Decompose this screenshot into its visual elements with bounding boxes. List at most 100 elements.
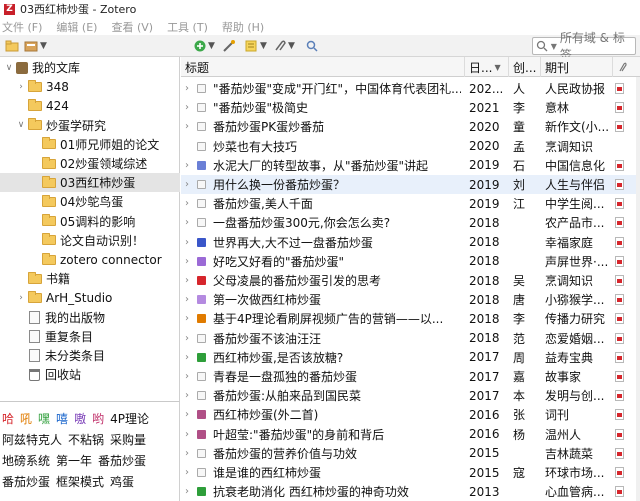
table-row[interactable]: › 第一次做西红柿炒蛋 2018 唐 小猕猴学...: [181, 290, 640, 309]
attachment-cell[interactable]: [615, 252, 627, 271]
pdf-icon[interactable]: [615, 294, 624, 306]
collection-item[interactable]: 书籍: [0, 269, 180, 288]
attachment-cell[interactable]: [615, 329, 627, 348]
tag[interactable]: 吼: [20, 412, 32, 426]
menu-file[interactable]: 文件 (F): [0, 19, 42, 35]
collection-item[interactable]: zotero connector: [0, 250, 180, 269]
tag[interactable]: 地磅系统: [2, 454, 50, 468]
attachment-cell[interactable]: [615, 463, 627, 482]
collection-item[interactable]: 04炒鸵鸟蛋: [0, 192, 180, 211]
table-row[interactable]: › 番茄炒蛋:从舶来品到国民菜 2017 本 发明与创...: [181, 386, 640, 405]
tag[interactable]: 阿兹特克人: [2, 433, 62, 447]
attachment-cell[interactable]: [615, 213, 627, 232]
row-expand-icon[interactable]: ›: [185, 98, 195, 117]
row-expand-icon[interactable]: ›: [185, 482, 195, 501]
pdf-icon[interactable]: [615, 217, 624, 229]
row-expand-icon[interactable]: ›: [185, 329, 195, 348]
tag[interactable]: 番茄炒蛋: [2, 475, 50, 489]
collapse-arrow-icon[interactable]: ›: [16, 293, 26, 303]
pdf-icon[interactable]: [615, 390, 624, 402]
pdf-icon[interactable]: [615, 236, 624, 248]
tag[interactable]: 嘻: [56, 412, 68, 426]
pdf-icon[interactable]: [615, 409, 624, 421]
collection-item[interactable]: 重复条目: [0, 327, 180, 346]
attachment-cell[interactable]: [615, 98, 627, 117]
table-row[interactable]: › 番茄炒蛋的营养价值与功效 2015 吉林蔬菜: [181, 444, 640, 463]
tag[interactable]: 不粘锅: [68, 433, 104, 447]
column-header-date[interactable]: 日... ▼: [465, 57, 509, 77]
attachment-cell[interactable]: [615, 156, 627, 175]
row-expand-icon[interactable]: ›: [185, 194, 195, 213]
table-row[interactable]: › 西红柿炒蛋,是否该放糖? 2017 周 益寿宝典: [181, 348, 640, 367]
new-note-button[interactable]: ▼: [244, 38, 267, 54]
expand-arrow-icon[interactable]: ∨: [16, 120, 26, 130]
pdf-icon[interactable]: [615, 121, 624, 133]
new-item-button[interactable]: ▼: [194, 38, 215, 54]
collapse-arrow-icon[interactable]: ›: [16, 82, 26, 92]
row-expand-icon[interactable]: ›: [185, 309, 195, 328]
row-expand-icon[interactable]: ›: [185, 213, 195, 232]
row-expand-icon[interactable]: ›: [185, 233, 195, 252]
table-row[interactable]: › 世界再大,大不过一盘番茄炒蛋 2018 幸福家庭: [181, 233, 640, 252]
row-expand-icon[interactable]: ›: [185, 156, 195, 175]
collection-item[interactable]: 01师兄师姐的论文: [0, 135, 180, 154]
table-row[interactable]: › "番茄炒蛋"变成"开门红"，中国体育代表团礼... 202... 人 人民政协报: [181, 79, 640, 98]
collection-item[interactable]: › ArH_Studio: [0, 288, 180, 307]
collection-item[interactable]: 424: [0, 96, 180, 115]
table-row[interactable]: › 叶超莹:"番茄炒蛋"的身前和背后 2016 杨 温州人: [181, 425, 640, 444]
new-library-button[interactable]: ▼: [24, 38, 47, 54]
pdf-icon[interactable]: [615, 198, 624, 210]
attachment-cell[interactable]: [615, 175, 627, 194]
tag[interactable]: 番茄炒蛋: [98, 454, 146, 468]
attachment-cell[interactable]: [615, 386, 627, 405]
table-row[interactable]: 炒菜也有大技巧 2020 孟 烹调知识: [181, 137, 640, 156]
attachment-cell[interactable]: [615, 137, 627, 156]
pdf-icon[interactable]: [615, 371, 624, 382]
pdf-icon[interactable]: [615, 255, 624, 267]
advanced-search-button[interactable]: [306, 38, 318, 54]
pdf-icon[interactable]: [615, 351, 624, 363]
pdf-icon[interactable]: [615, 428, 624, 440]
row-expand-icon[interactable]: ›: [185, 367, 195, 386]
table-row[interactable]: › 西红柿炒蛋(外二首) 2016 张 词刊: [181, 405, 640, 424]
pdf-icon[interactable]: [615, 179, 624, 190]
attachment-cell[interactable]: [615, 444, 627, 463]
table-row[interactable]: › 水泥大厂的转型故事，从"番茄炒蛋"讲起 2019 石 中国信息化: [181, 156, 640, 175]
menu-edit[interactable]: 编辑 (E): [54, 19, 97, 35]
table-row[interactable]: › 青春是一盘孤独的番茄炒蛋 2017 嘉 故事家: [181, 367, 640, 386]
pdf-icon[interactable]: [615, 83, 624, 94]
collection-item[interactable]: 未分类条目: [0, 346, 180, 365]
pdf-icon[interactable]: [615, 447, 624, 459]
table-row[interactable]: › 好吃又好看的"番茄炒蛋" 2018 声屏世界·...: [181, 252, 640, 271]
column-header-creator[interactable]: 创...: [509, 57, 541, 77]
tag[interactable]: 嘿: [38, 412, 50, 426]
table-row[interactable]: › 父母凌晨的番茄炒蛋引发的思考 2018 吴 烹调知识: [181, 271, 640, 290]
row-expand-icon[interactable]: ›: [185, 386, 195, 405]
table-row[interactable]: › 谁是谁的西红柿炒蛋 2015 寇 环球市场...: [181, 463, 640, 482]
collection-item[interactable]: ∨ 我的文库: [0, 58, 180, 77]
row-expand-icon[interactable]: ›: [185, 290, 195, 309]
tag[interactable]: 鸡蛋: [110, 475, 134, 489]
collection-item[interactable]: 03西红柿炒蛋: [0, 173, 180, 193]
tag[interactable]: 4P理论: [110, 412, 149, 426]
pdf-icon[interactable]: [615, 313, 624, 325]
attachment-cell[interactable]: [615, 309, 627, 328]
row-expand-icon[interactable]: ›: [185, 117, 195, 136]
pdf-icon[interactable]: [615, 486, 624, 498]
attachment-cell[interactable]: [615, 482, 627, 501]
tag[interactable]: 框架模式: [56, 475, 104, 489]
row-expand-icon[interactable]: ›: [185, 463, 195, 482]
row-expand-icon[interactable]: ›: [185, 271, 195, 290]
collection-item[interactable]: 论文自动识别！: [0, 231, 180, 250]
tag[interactable]: 第一年: [56, 454, 92, 468]
row-expand-icon[interactable]: ›: [185, 252, 195, 271]
column-header-title[interactable]: 标题: [181, 57, 465, 77]
row-expand-icon[interactable]: ›: [185, 425, 195, 444]
tag[interactable]: 哈: [2, 412, 14, 426]
row-expand-icon[interactable]: ›: [185, 79, 195, 98]
attachment-cell[interactable]: [615, 367, 627, 386]
menu-view[interactable]: 查看 (V): [109, 19, 153, 35]
collection-item[interactable]: 05调料的影响: [0, 212, 180, 231]
row-expand-icon[interactable]: ›: [185, 348, 195, 367]
table-row[interactable]: › 基于4P理论看刷屏视频广告的营销——以... 2018 李 传播力研究: [181, 309, 640, 328]
